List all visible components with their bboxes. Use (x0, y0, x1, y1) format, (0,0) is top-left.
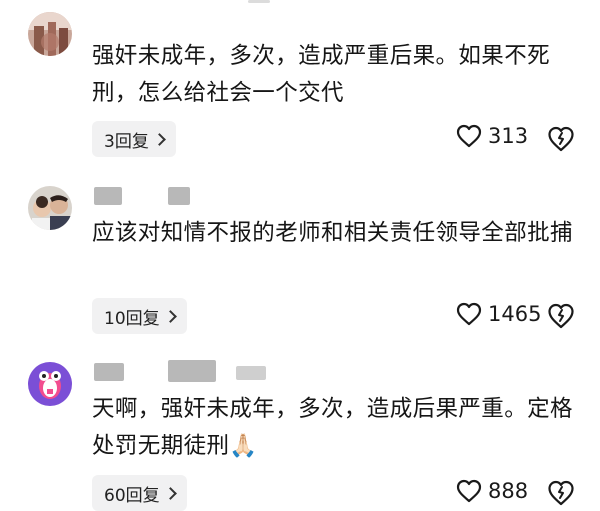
reply-count-label: 60回复 (104, 485, 160, 506)
username-redacted (168, 187, 190, 205)
username-redacted (94, 363, 124, 381)
broken-heart-icon[interactable] (547, 125, 575, 153)
broken-heart-icon[interactable] (547, 479, 575, 507)
like-button[interactable]: 1465 (456, 302, 541, 326)
username-redacted (236, 366, 266, 380)
view-replies-button[interactable]: 60回复 (92, 475, 187, 511)
like-count: 1465 (488, 302, 542, 326)
reply-count-label: 10回复 (104, 308, 160, 329)
view-replies-button[interactable]: 3回复 (92, 121, 176, 157)
comment-text: 强奸未成年，多次，造成严重后果。如果不死刑，怎么给社会一个交代 (92, 43, 551, 106)
chevron-right-icon (152, 132, 166, 146)
reply-count-label: 3回复 (104, 131, 149, 152)
heart-icon (456, 479, 482, 503)
like-count: 313 (488, 124, 529, 148)
like-count: 888 (488, 479, 529, 503)
view-replies-button[interactable]: 10回复 (92, 298, 187, 334)
username-redacted (168, 360, 216, 382)
user-avatar[interactable] (28, 186, 72, 230)
broken-heart-icon[interactable] (547, 302, 575, 330)
like-button[interactable]: 888 (456, 479, 528, 503)
heart-icon (456, 302, 482, 326)
heart-icon (456, 124, 482, 148)
user-avatar[interactable] (28, 362, 72, 406)
chevron-right-icon (163, 486, 177, 500)
user-avatar[interactable] (28, 12, 72, 56)
username-redacted (94, 187, 122, 205)
comment-text: 天啊，强奸未成年，多次，造成后果严重。定格处罚无期徒刑🙏🏻 (92, 396, 573, 459)
chevron-right-icon (163, 309, 177, 323)
top-divider (248, 0, 270, 3)
like-button[interactable]: 313 (456, 124, 528, 148)
comment-text: 应该对知情不报的老师和相关责任领导全部批捕 (92, 220, 573, 246)
